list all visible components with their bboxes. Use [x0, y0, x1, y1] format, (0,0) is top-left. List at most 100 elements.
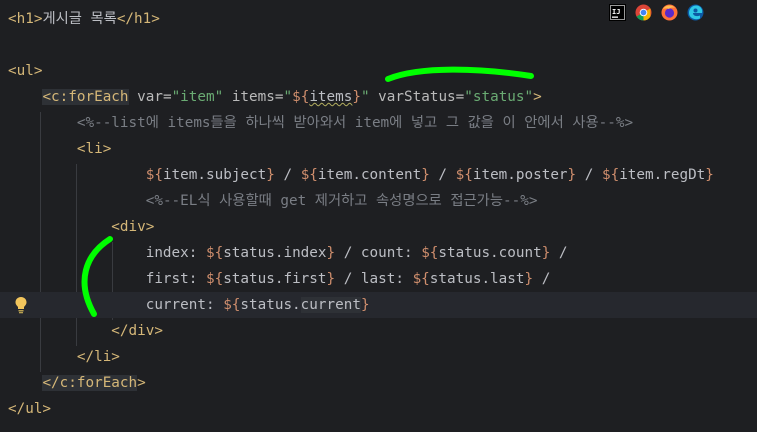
code-line-text: first: ${status.first} / last: ${status.…	[8, 266, 551, 292]
code-token: /	[576, 167, 602, 183]
code-token: >	[533, 89, 542, 105]
intellij-icon-label: IJ	[612, 8, 620, 16]
code-line-text: <ul>	[8, 58, 42, 84]
code-token: /	[429, 167, 456, 183]
code-line[interactable]: first: ${status.first} / last: ${status.…	[0, 266, 757, 292]
code-token: ${	[145, 167, 163, 183]
code-token: status.first	[223, 271, 327, 287]
code-token: </h1>	[116, 11, 160, 27]
code-line[interactable]: <li>	[0, 136, 757, 162]
browser-toolbar: IJ	[608, 1, 704, 23]
code-token: status.	[240, 297, 301, 313]
code-token: / last:	[335, 271, 413, 287]
code-line[interactable]: <div>	[0, 214, 757, 240]
code-token: ${	[455, 167, 473, 183]
code-line[interactable]: ${item.subject} / ${item.content} / ${it…	[0, 162, 757, 188]
code-line[interactable]: </li>	[0, 344, 757, 370]
code-line-text: index: ${status.index} / count: ${status…	[8, 240, 568, 266]
code-token: </li>	[76, 349, 120, 365]
code-line-text: current: ${status.current}	[8, 292, 370, 318]
code-token: <%--list에 items들을 하나씩 받아와서 item에 넣고 그 값을…	[76, 115, 634, 131]
code-line[interactable]: </c:forEach>	[0, 370, 757, 396]
lightbulb-icon[interactable]	[13, 296, 29, 314]
code-token: }	[326, 245, 336, 261]
code-token: index:	[8, 245, 206, 261]
firefox-icon[interactable]	[660, 3, 678, 21]
code-line-text: <h1>게시글 목록</h1>	[8, 6, 160, 32]
code-token: varStatus=	[369, 89, 465, 105]
code-token: status.count	[438, 245, 542, 261]
code-token: "status"	[464, 89, 534, 105]
code-token: / count:	[335, 245, 422, 261]
code-token: }	[421, 167, 430, 183]
code-token: items	[309, 89, 353, 105]
code-token: ${	[205, 271, 224, 287]
code-token: first:	[8, 271, 206, 287]
intellij-icon[interactable]: IJ	[608, 3, 626, 21]
code-token: 게시글 목록	[42, 11, 117, 27]
code-token: /	[533, 271, 551, 287]
code-line[interactable]	[0, 32, 757, 58]
code-line[interactable]: index: ${status.index} / count: ${status…	[0, 240, 757, 266]
code-token: ${	[205, 245, 224, 261]
code-line-text: <div>	[8, 214, 154, 240]
code-token: "	[360, 89, 370, 105]
code-token: var=	[128, 89, 172, 105]
code-token: }	[360, 297, 370, 313]
code-line-text: </div>	[8, 318, 163, 344]
code-token: }	[705, 167, 714, 183]
code-line-text: <c:forEach var="item" items="${items}" v…	[8, 84, 542, 110]
code-line[interactable]: <%--list에 items들을 하나씩 받아와서 item에 넣고 그 값을…	[0, 110, 757, 136]
code-line-text: </li>	[8, 344, 120, 370]
code-token: item.poster	[472, 167, 568, 183]
code-line[interactable]: <c:forEach var="item" items="${items}" v…	[0, 84, 757, 110]
code-token: ${	[412, 271, 430, 287]
code-token: }	[266, 167, 275, 183]
edge-icon[interactable]	[686, 3, 704, 21]
code-token: }	[326, 271, 336, 287]
code-token: item.content	[317, 167, 422, 183]
code-token: status.index	[223, 245, 327, 261]
code-token: </ul>	[8, 401, 52, 417]
code-token: ${	[223, 297, 241, 313]
code-line-text: ${item.subject} / ${item.content} / ${it…	[8, 162, 714, 188]
code-token: /	[550, 245, 568, 261]
code-token: current:	[8, 297, 224, 313]
code-token: <ul>	[8, 63, 43, 79]
code-token: <h1>	[8, 11, 43, 27]
code-editor[interactable]: <h1>게시글 목록</h1> <ul> <c:forEach var="item…	[0, 0, 757, 432]
code-token: /	[274, 167, 301, 183]
code-token: <li>	[76, 141, 112, 157]
code-token: <div>	[111, 219, 155, 235]
code-token: ${	[601, 167, 620, 183]
code-token: <c:forEach	[42, 89, 129, 105]
chrome-icon[interactable]	[634, 3, 652, 21]
code-token: item.regDt	[619, 167, 706, 183]
code-line-text: <%--EL식 사용할때 get 제거하고 속성명으로 접근가능--%>	[8, 188, 538, 214]
code-line[interactable]: <ul>	[0, 58, 757, 84]
code-token: }	[352, 89, 361, 105]
code-token: ${	[292, 89, 310, 105]
code-line[interactable]: current: ${status.current}	[0, 292, 757, 318]
code-token: current	[300, 297, 361, 313]
code-token: "item"	[171, 89, 224, 105]
code-token: "	[283, 89, 293, 105]
code-line[interactable]: </ul>	[0, 396, 757, 422]
code-token: </c:forEach	[42, 375, 138, 391]
code-token: item.subject	[162, 167, 267, 183]
code-token: ${	[421, 245, 439, 261]
code-line-text: <li>	[8, 136, 111, 162]
code-line-text: </c:forEach>	[8, 370, 146, 396]
code-line[interactable]: </div>	[0, 318, 757, 344]
code-token: }	[567, 167, 577, 183]
code-line[interactable]: <%--EL식 사용할때 get 제거하고 속성명으로 접근가능--%>	[0, 188, 757, 214]
